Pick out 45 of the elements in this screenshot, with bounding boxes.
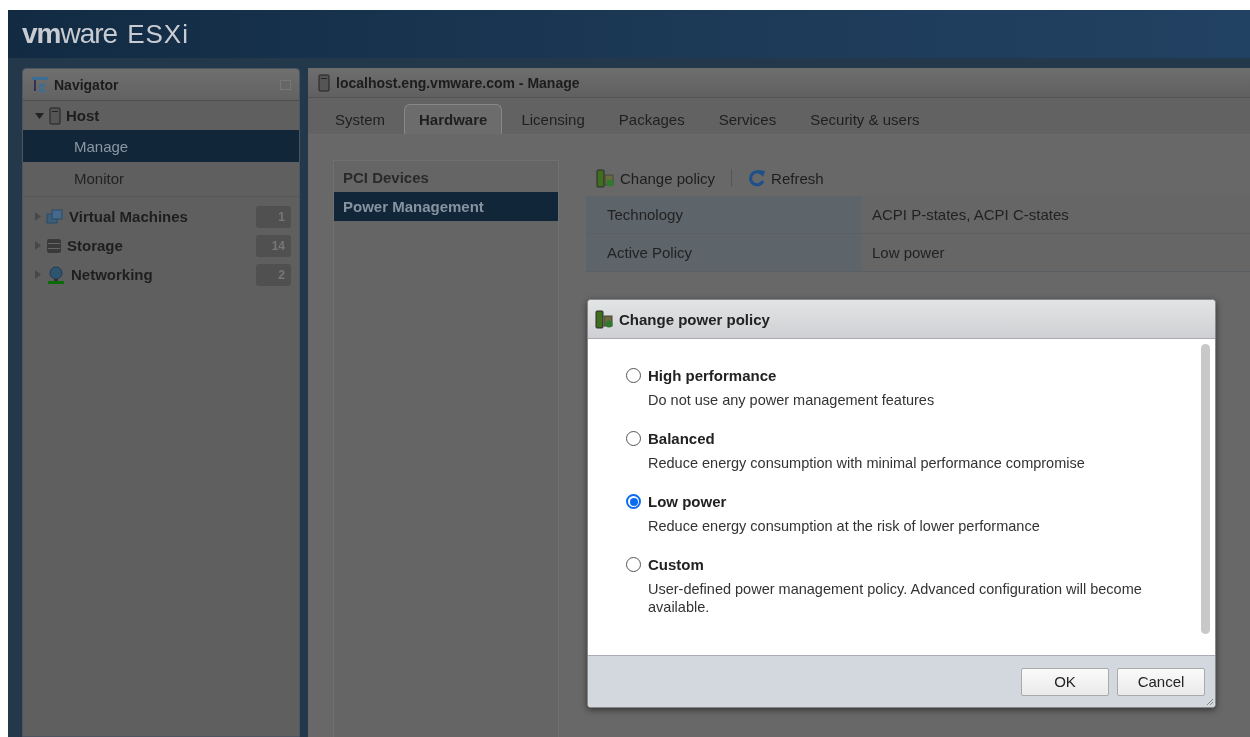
navigator-item[interactable]: Host — [23, 101, 299, 130]
tab[interactable]: Packages — [603, 104, 700, 134]
page-title: localhost.eng.vmware.com - Manage — [336, 74, 580, 91]
navigator-item[interactable]: Monitor — [23, 162, 299, 194]
property-label: Technology — [586, 196, 862, 233]
option-description: User-defined power management policy. Advanced configuration will become available. — [647, 580, 1143, 616]
option-description: Reduce energy consumption at the risk of lower performance — [647, 517, 1041, 535]
property-label: Active Policy — [586, 234, 862, 271]
change-policy-button[interactable]: Change policy — [591, 168, 720, 188]
option-label: Balanced — [648, 430, 715, 447]
option-description: Do not use any power management features — [647, 391, 936, 409]
virtual-machine-icon — [46, 208, 64, 225]
radio-button[interactable] — [626, 557, 641, 572]
radio-button[interactable] — [626, 494, 641, 509]
product-name: ESXi — [127, 18, 189, 50]
cancel-button[interactable]: Cancel — [1117, 667, 1205, 696]
resize-grip-icon[interactable] — [1206, 698, 1214, 706]
option-label: High performance — [648, 367, 777, 384]
navigator-title: Navigator — [54, 76, 120, 93]
refresh-button[interactable]: Refresh — [744, 169, 828, 187]
navigator-item[interactable]: Manage — [23, 130, 299, 162]
tab[interactable]: Security & users — [795, 104, 935, 134]
server-icon — [49, 106, 61, 125]
server-icon — [318, 73, 330, 92]
subnav-item[interactable]: PCI Devices — [334, 163, 558, 192]
scrollbar[interactable] — [1201, 344, 1210, 634]
radio-button[interactable] — [626, 368, 641, 383]
tab[interactable]: Services — [703, 104, 792, 134]
radio-button[interactable] — [626, 431, 641, 446]
tab[interactable]: System — [320, 104, 400, 134]
hierarchy-icon — [31, 75, 49, 94]
tab[interactable]: Licensing — [506, 104, 600, 134]
storage-icon — [46, 237, 62, 254]
vmware-logo: vmware — [22, 18, 118, 50]
tab[interactable]: Hardware — [404, 104, 503, 134]
subnav-item[interactable]: Power Management — [334, 192, 558, 221]
option-label: Custom — [648, 556, 704, 573]
refresh-icon — [748, 169, 767, 187]
option-label: Low power — [648, 493, 727, 510]
dialog-title: Change power policy — [619, 310, 770, 328]
option-description: Reduce energy consumption with minimal performance compromise — [647, 454, 1086, 472]
battery-icon — [595, 168, 615, 188]
globe-icon — [46, 265, 66, 284]
battery-icon — [594, 309, 614, 329]
ok-button[interactable]: OK — [1021, 667, 1109, 696]
